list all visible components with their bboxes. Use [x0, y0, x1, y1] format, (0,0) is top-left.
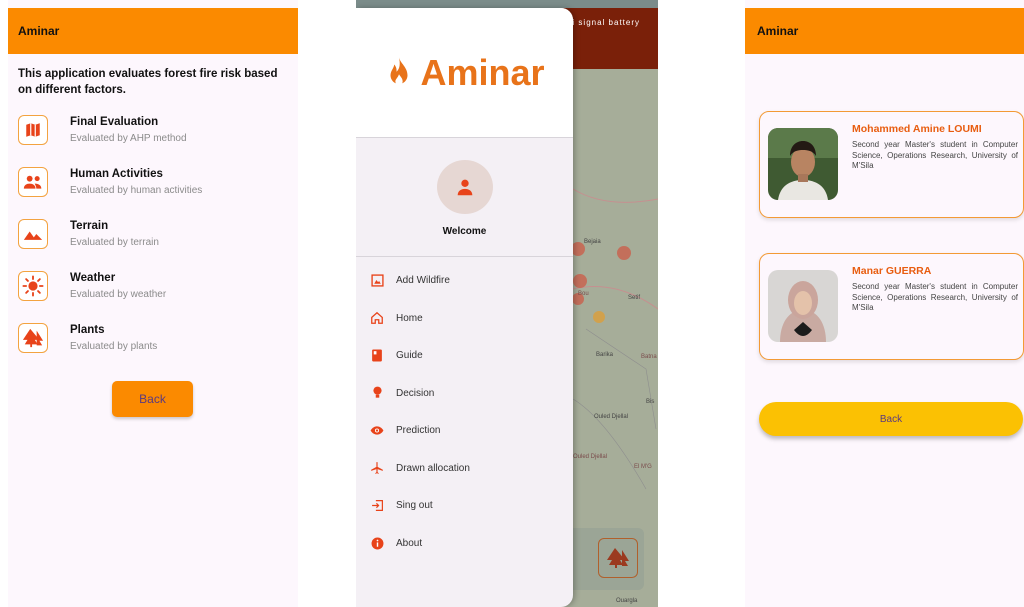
person-name: Manar GUERRA	[852, 265, 932, 277]
eye-icon	[370, 424, 384, 438]
menu-item-label: About	[396, 537, 423, 549]
factor-subtitle: Evaluated by weather	[70, 289, 167, 300]
navigation-drawer: Aminar Welcome Add Wildfire Home Guide D…	[356, 8, 573, 607]
map-label: Bou	[578, 291, 589, 297]
factor-final-evaluation[interactable]: Final Evaluation Evaluated by AHP method	[8, 104, 298, 156]
person-card: Mohammed Amine LOUMI Second year Master'…	[759, 111, 1024, 218]
menu-item-label: Sing out	[396, 500, 433, 512]
menu-item-about[interactable]: About	[356, 525, 573, 563]
app-title: Aminar	[18, 24, 60, 38]
map-label: Barika	[596, 352, 614, 358]
factor-title: Final Evaluation	[70, 116, 159, 128]
factors-screen: Aminar This application evaluates forest…	[8, 0, 298, 607]
menu-item-add-wildfire[interactable]: Add Wildfire	[356, 262, 573, 300]
logo-text: Aminar	[420, 51, 545, 93]
factor-title: Human Activities	[70, 168, 163, 180]
info-icon	[370, 536, 384, 550]
factor-title: Weather	[70, 272, 116, 284]
avatar	[768, 128, 838, 200]
map-label: Batna	[641, 354, 657, 360]
map-label: Ouled Djellal	[573, 454, 608, 460]
factor-subtitle: Evaluated by human activities	[70, 185, 203, 196]
menu-item-drawn-allocation[interactable]: Drawn allocation	[356, 450, 573, 488]
trees-icon	[18, 323, 48, 353]
plane-icon	[370, 461, 384, 475]
menu-item-label: Decision	[396, 387, 435, 399]
factor-terrain[interactable]: Terrain Evaluated by terrain	[8, 208, 298, 260]
back-button[interactable]: Back	[759, 402, 1023, 436]
menu-item-label: Drawn allocation	[396, 462, 470, 474]
map-factor-card[interactable]	[568, 528, 644, 590]
menu-item-label: Prediction	[396, 425, 441, 437]
map-label: Setif	[628, 295, 641, 301]
factor-human-activities[interactable]: Human Activities Evaluated by human acti…	[8, 156, 298, 208]
drawer-header: Aminar	[356, 8, 573, 138]
menu-item-home[interactable]: Home	[356, 300, 573, 338]
people-icon	[18, 167, 48, 197]
factor-subtitle: Evaluated by AHP method	[70, 133, 187, 144]
factor-title: Plants	[70, 324, 105, 336]
menu-item-prediction[interactable]: Prediction	[356, 412, 573, 450]
about-screen: Aminar Mohammed Amine LOUMI Second year …	[745, 0, 1024, 607]
flame-icon	[384, 56, 414, 90]
person-icon	[457, 179, 472, 196]
welcome-text: Welcome	[442, 226, 487, 237]
factor-plants[interactable]: Plants Evaluated by plants	[8, 312, 298, 364]
factor-subtitle: Evaluated by plants	[70, 341, 158, 352]
factor-subtitle: Evaluated by terrain	[70, 237, 159, 248]
person-card: Manar GUERRA Second year Master's studen…	[759, 253, 1024, 360]
map-label: El M'G	[634, 464, 652, 470]
map-label: Ouargla	[616, 598, 638, 604]
menu-item-decision[interactable]: Decision	[356, 375, 573, 413]
trees-icon	[598, 538, 638, 578]
bulb-icon	[370, 386, 384, 400]
add-wildfire-icon	[370, 274, 384, 288]
avatar	[436, 160, 493, 214]
terrain-icon	[18, 219, 48, 249]
book-icon	[370, 349, 384, 363]
back-button[interactable]: Back	[112, 381, 193, 417]
app-title: Aminar	[757, 24, 799, 38]
menu-item-label: Home	[396, 312, 423, 324]
person-description: Second year Master's student in Computer…	[852, 282, 1018, 312]
sun-icon	[18, 271, 48, 301]
drawer-profile: Welcome	[356, 138, 573, 257]
menu-item-label: Add Wildfire	[396, 275, 450, 287]
factor-weather[interactable]: Weather Evaluated by weather	[8, 260, 298, 312]
person-name: Mohammed Amine LOUMI	[852, 123, 982, 135]
person-description: Second year Master's student in Computer…	[852, 140, 1018, 170]
map-icon	[18, 115, 48, 145]
intro-text: This application evaluates forest fire r…	[18, 68, 278, 96]
map-label: Bejaia	[584, 239, 601, 245]
app-bar: Aminar	[8, 8, 298, 54]
app-logo: Aminar	[384, 51, 545, 94]
home-icon	[370, 311, 384, 325]
map-label: Bis	[646, 399, 655, 405]
menu-item-guide[interactable]: Guide	[356, 337, 573, 375]
factor-title: Terrain	[70, 220, 109, 232]
drawer-screen: wifi signal battery Bejaia Setif Barika …	[356, 0, 658, 607]
exit-icon	[370, 499, 384, 513]
map-label: Ouled Djellal	[594, 414, 629, 420]
menu-item-sign-out[interactable]: Sing out	[356, 487, 573, 525]
app-bar: Aminar	[745, 8, 1024, 54]
menu-item-label: Guide	[396, 350, 423, 362]
avatar	[768, 270, 838, 342]
